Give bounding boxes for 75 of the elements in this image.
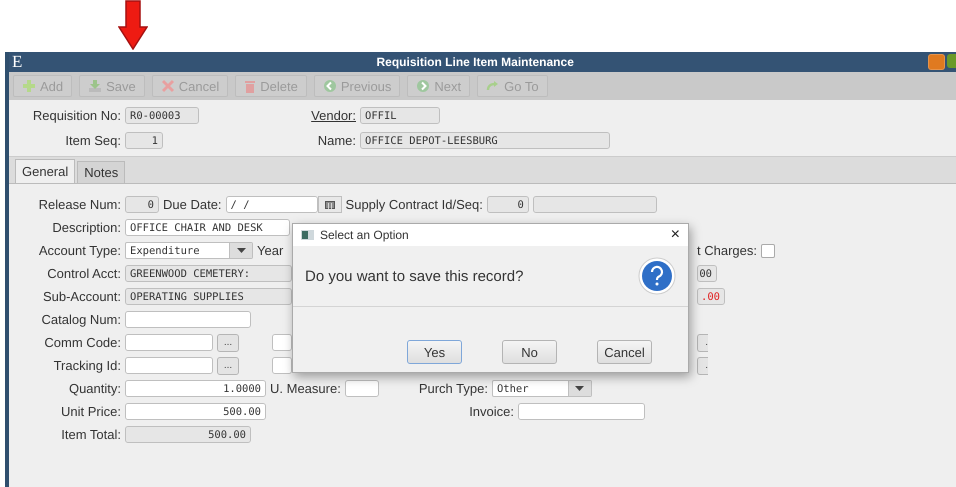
text-field[interactable]: 500.00 bbox=[125, 403, 266, 420]
text-field[interactable]: 1.0000 bbox=[125, 380, 266, 397]
field-label: Account Type: bbox=[38, 243, 121, 258]
amount-field[interactable]: .00 bbox=[697, 288, 725, 305]
field-label: Invoice: bbox=[468, 404, 514, 419]
text-field[interactable] bbox=[125, 334, 213, 351]
field-label: Tracking Id: bbox=[52, 358, 121, 373]
amount-field[interactable]: 00 bbox=[697, 265, 717, 282]
lookup-button[interactable]: . bbox=[697, 356, 708, 374]
text-field[interactable]: 1 bbox=[125, 132, 163, 149]
field-label: t Charges: bbox=[697, 243, 757, 258]
field-label: Description: bbox=[51, 220, 121, 235]
calendar-icon[interactable] bbox=[318, 196, 342, 213]
text-field[interactable] bbox=[272, 357, 292, 374]
field-label: Sub-Account: bbox=[42, 289, 121, 304]
tab[interactable]: Notes bbox=[77, 161, 126, 183]
field-label: Control Acct: bbox=[46, 266, 121, 281]
text-field[interactable] bbox=[344, 380, 379, 397]
trash-icon bbox=[244, 79, 256, 93]
caret-icon bbox=[236, 248, 246, 253]
field-label: Item Seq: bbox=[64, 133, 121, 148]
caret-icon bbox=[575, 386, 584, 391]
maximize-button[interactable] bbox=[947, 54, 956, 68]
close-button[interactable]: × bbox=[670, 226, 680, 244]
window-icon bbox=[301, 230, 314, 240]
text-field[interactable] bbox=[272, 334, 292, 351]
field-label: Requisition No: bbox=[32, 108, 121, 123]
text-field[interactable]: GREENWOOD CEMETERY: bbox=[125, 265, 292, 282]
text-field[interactable]: OPERATING SUPPLIES bbox=[125, 288, 292, 305]
dialog-button[interactable]: Cancel bbox=[597, 340, 652, 364]
field-label: Name: bbox=[316, 133, 356, 148]
lookup-button[interactable]: ... bbox=[217, 334, 239, 352]
dialog-button[interactable]: No bbox=[502, 340, 557, 364]
dropdown[interactable]: Expenditure bbox=[125, 242, 253, 259]
plus-icon bbox=[22, 79, 36, 93]
date-field[interactable]: / / bbox=[226, 196, 318, 213]
field-label: Year bbox=[257, 243, 284, 258]
tab[interactable]: General bbox=[15, 159, 76, 183]
text-field[interactable]: 0 bbox=[486, 196, 529, 213]
field-label: Item Total: bbox=[60, 427, 121, 442]
text-field[interactable]: R0-00003 bbox=[125, 107, 199, 124]
field-label: Comm Code: bbox=[43, 335, 121, 350]
cross-icon bbox=[160, 79, 175, 93]
question-icon bbox=[638, 257, 676, 295]
vendor-link[interactable]: Vendor: bbox=[203, 108, 356, 123]
text-field[interactable] bbox=[518, 403, 645, 420]
text-field[interactable]: 500.00 bbox=[125, 426, 251, 443]
text-field[interactable]: OFFICE CHAIR AND DESK bbox=[125, 219, 290, 236]
field-label: U. Measure: bbox=[270, 381, 341, 396]
field-label: Release Num: bbox=[38, 197, 121, 212]
text-field[interactable]: OFFICE DEPOT-LEESBURG bbox=[360, 132, 610, 149]
field-label: Due Date: bbox=[163, 197, 222, 212]
checkbox[interactable] bbox=[760, 244, 775, 258]
text-field[interactable]: 0 bbox=[125, 196, 159, 213]
down-arrow bbox=[118, 0, 148, 50]
app-logo: E bbox=[11, 52, 22, 72]
field-label: Catalog Num: bbox=[40, 312, 121, 327]
dialog-title: Select an Option bbox=[320, 228, 410, 242]
window-title: Requisition Line Item Maintenance bbox=[376, 55, 575, 69]
field-label: Purch Type: bbox=[418, 381, 488, 396]
dropdown[interactable]: Other bbox=[492, 380, 592, 397]
minimize-button[interactable] bbox=[928, 54, 945, 70]
text-field[interactable] bbox=[125, 311, 251, 328]
field-label: Supply Contract Id/Seq: bbox=[346, 197, 483, 212]
curved-arrow-icon bbox=[486, 79, 500, 93]
dialog-message: Do you want to save this record? bbox=[305, 268, 524, 284]
text-field[interactable] bbox=[532, 196, 657, 213]
dialog-button[interactable]: Yes bbox=[407, 340, 462, 364]
tray-arrow-icon bbox=[88, 79, 102, 93]
lookup-button[interactable]: . bbox=[697, 334, 708, 352]
text-field[interactable] bbox=[125, 357, 213, 374]
text-field[interactable]: OFFIL bbox=[360, 107, 440, 124]
field-label: Unit Price: bbox=[60, 404, 121, 419]
lookup-button[interactable]: ... bbox=[217, 356, 239, 374]
field-label: Quantity: bbox=[68, 381, 121, 396]
